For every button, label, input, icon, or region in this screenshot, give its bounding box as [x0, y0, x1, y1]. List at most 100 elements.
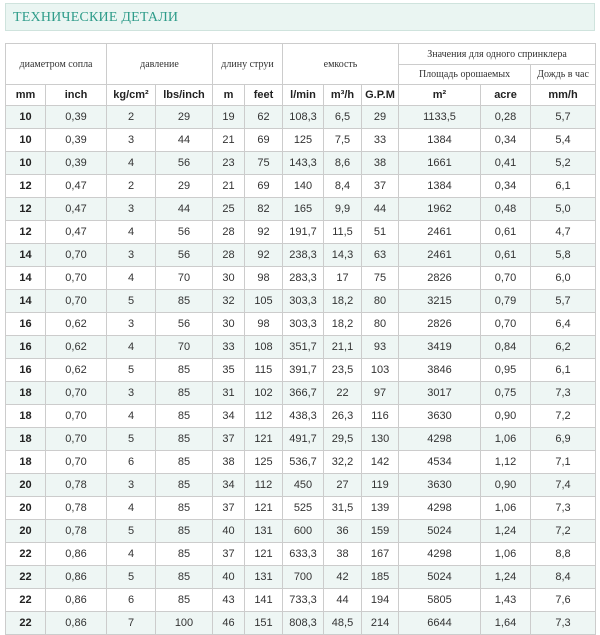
table-cell: 37 [212, 496, 245, 520]
table-cell: 7,6 [530, 588, 597, 612]
table-cell: 633,3 [282, 542, 324, 566]
table-cell: 93 [360, 335, 400, 359]
table-cell: 85 [155, 496, 213, 520]
table-cell: 4298 [398, 496, 482, 520]
table-cell: 4 [106, 151, 156, 175]
table-cell: 16 [5, 335, 46, 359]
table-cell: 80 [360, 312, 400, 336]
table-cell: 115 [244, 358, 283, 382]
table-cell: 2461 [398, 243, 482, 267]
table-cell: 4298 [398, 427, 482, 451]
table-cell: 34 [212, 473, 245, 497]
unit-header: m³/h [323, 84, 362, 106]
table-cell: 51 [360, 220, 400, 244]
table-cell: 1133,5 [398, 105, 482, 129]
table-cell: 19 [212, 105, 245, 129]
table-cell: 3 [106, 128, 156, 152]
table-cell: 0,70 [45, 450, 107, 474]
table-cell: 131 [244, 565, 283, 589]
table-cell: 6,9 [530, 427, 597, 451]
table-cell: 0,39 [45, 151, 107, 175]
table-cell: 7,5 [323, 128, 362, 152]
table-cell: 98 [244, 312, 283, 336]
table-cell: 43 [212, 588, 245, 612]
table-cell: 22 [5, 542, 46, 566]
table-cell: 26,3 [323, 404, 362, 428]
table-cell: 10 [5, 151, 46, 175]
unit-header: acre [480, 84, 532, 106]
table-cell: 38 [360, 151, 400, 175]
table-cell: 5,4 [530, 128, 597, 152]
table-cell: 44 [155, 128, 213, 152]
table-cell: 31 [212, 381, 245, 405]
section-title: ТЕХНИЧЕСКИЕ ДЕТАЛИ [13, 10, 179, 25]
table-cell: 18 [5, 450, 46, 474]
table-cell: 40 [212, 565, 245, 589]
table-cell: 85 [155, 565, 213, 589]
table-cell: 23,5 [323, 358, 362, 382]
table-cell: 32 [212, 289, 245, 313]
table-cell: 36 [323, 519, 362, 543]
table-cell: 8,6 [323, 151, 362, 175]
table-cell: 20 [5, 519, 46, 543]
unit-header: m² [398, 84, 482, 106]
unit-header: G.P.M [360, 84, 400, 106]
table-cell: 167 [360, 542, 400, 566]
table-cell: 22 [5, 588, 46, 612]
table-cell: 121 [244, 542, 283, 566]
table-cell: 28 [212, 220, 245, 244]
table-cell: 7,3 [530, 496, 597, 520]
table-row: 22 0,86 4 85 37 121 633,3 38 167 4298 1,06 8,8 [5, 542, 597, 566]
table-cell: 6644 [398, 611, 482, 635]
table-cell: 10 [5, 128, 46, 152]
table-cell: 2826 [398, 312, 482, 336]
table-cell: 18 [5, 404, 46, 428]
table-cell: 0,90 [480, 404, 532, 428]
unit-header: mm/h [530, 84, 597, 106]
table-cell: 38 [212, 450, 245, 474]
table-cell: 11,5 [323, 220, 362, 244]
table-cell: 37 [360, 174, 400, 198]
table-cell: 0,95 [480, 358, 532, 382]
table-cell: 17 [323, 266, 362, 290]
table-cell: 3 [106, 197, 156, 221]
table-cell: 733,3 [282, 588, 324, 612]
table-cell: 37 [212, 542, 245, 566]
table-cell: 191,7 [282, 220, 324, 244]
table-cell: 6 [106, 588, 156, 612]
table-cell: 438,3 [282, 404, 324, 428]
table-cell: 18,2 [323, 312, 362, 336]
table-cell: 112 [244, 404, 283, 428]
table-cell: 56 [155, 312, 213, 336]
table-cell: 6,5 [323, 105, 362, 129]
table-cell: 98 [244, 266, 283, 290]
table-cell: 194 [360, 588, 400, 612]
table-cell: 0,70 [480, 312, 532, 336]
table-row: 18 0,70 6 85 38 125 536,7 32,2 142 4534 1,12 7,1 [5, 450, 597, 474]
table-cell: 5 [106, 427, 156, 451]
table-cell: 34 [212, 404, 245, 428]
table-row: 18 0,70 3 85 31 102 366,7 22 97 3017 0,75 7,3 [5, 381, 597, 405]
table-cell: 33 [360, 128, 400, 152]
table-cell: 0,70 [45, 381, 107, 405]
table-cell: 85 [155, 381, 213, 405]
table-cell: 5 [106, 358, 156, 382]
table-cell: 21 [212, 174, 245, 198]
table-cell: 3 [106, 381, 156, 405]
table-cell: 536,7 [282, 450, 324, 474]
table-cell: 28 [212, 243, 245, 267]
table-cell: 0,61 [480, 220, 532, 244]
table-cell: 9,9 [323, 197, 362, 221]
table-cell: 2826 [398, 266, 482, 290]
table-cell: 5,2 [530, 151, 597, 175]
table-cell: 31,5 [323, 496, 362, 520]
table-row: 10 0,39 3 44 21 69 125 7,5 33 1384 0,34 5,4 [5, 128, 597, 152]
table-cell: 3 [106, 473, 156, 497]
table-cell: 0,90 [480, 473, 532, 497]
table-row: 14 0,70 5 85 32 105 303,3 18,2 80 3215 0,79 5,7 [5, 289, 597, 313]
table-cell: 33 [212, 335, 245, 359]
table-cell: 366,7 [282, 381, 324, 405]
table-cell: 0,39 [45, 105, 107, 129]
table-cell: 0,79 [480, 289, 532, 313]
table-cell: 37 [212, 427, 245, 451]
